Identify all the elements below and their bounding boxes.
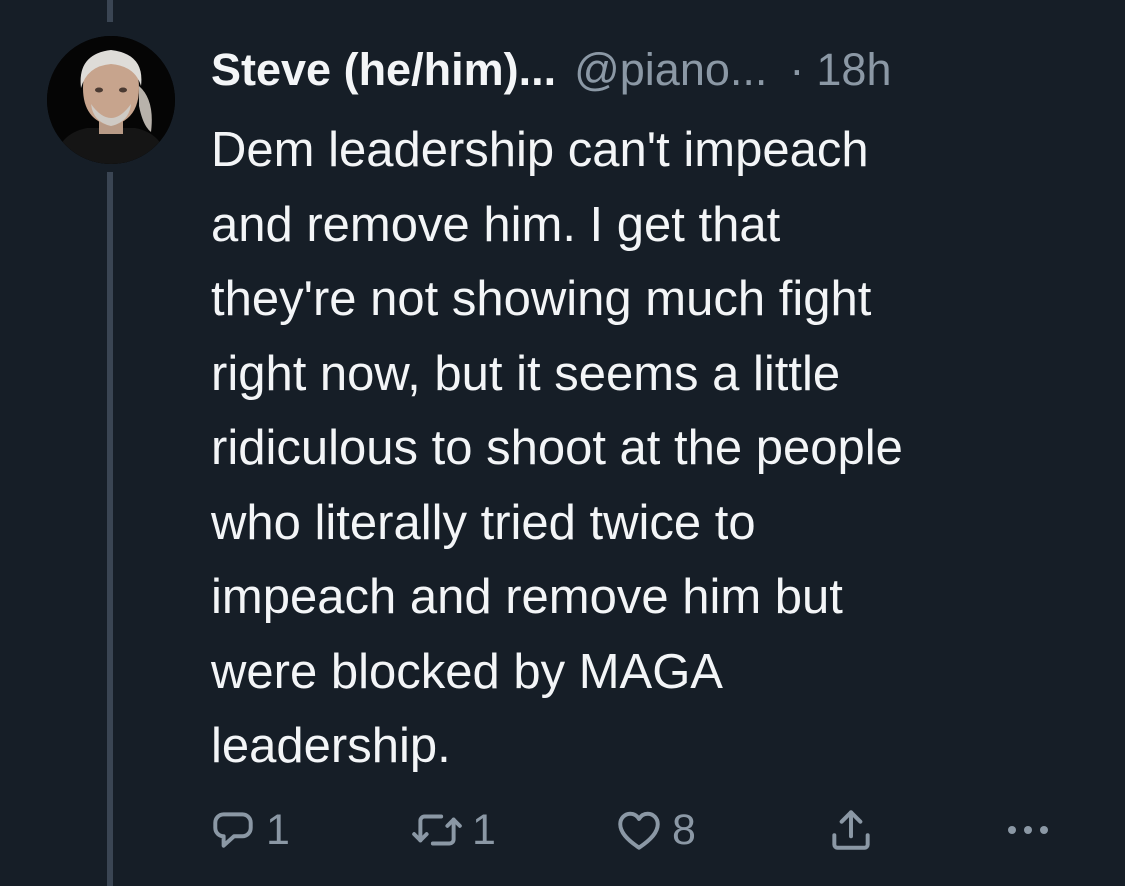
like-count: 8 bbox=[672, 805, 696, 854]
author-handle[interactable]: @piano... bbox=[574, 38, 767, 102]
tweet-text-line: leadership. bbox=[211, 719, 451, 773]
retweet-button[interactable]: 1 bbox=[410, 800, 496, 860]
tweet-text-line: Dem leadership can't impeach bbox=[211, 123, 869, 177]
share-icon bbox=[826, 805, 876, 855]
heart-icon bbox=[614, 805, 664, 855]
like-button[interactable]: 8 bbox=[614, 800, 696, 860]
reply-button[interactable]: 1 bbox=[208, 800, 290, 860]
author-display-name[interactable]: Steve (he/him)... bbox=[211, 38, 556, 102]
thread-line bbox=[107, 172, 113, 886]
share-button[interactable] bbox=[826, 800, 876, 860]
retweet-count: 1 bbox=[472, 805, 496, 854]
reply-count: 1 bbox=[266, 805, 290, 854]
tweet-text-line: ridiculous to shoot at the people bbox=[211, 421, 903, 475]
retweet-icon bbox=[410, 805, 464, 855]
avatar[interactable] bbox=[47, 36, 175, 164]
tweet-header: Steve (he/him)... @piano... · 18h bbox=[211, 38, 891, 102]
header-separator: · bbox=[789, 44, 805, 95]
tweet-text-line: right now, but it seems a little bbox=[211, 346, 841, 401]
post-timestamp[interactable]: 18h bbox=[816, 38, 891, 102]
tweet-text-line: who literally tried twice to bbox=[211, 495, 756, 550]
more-icon bbox=[1004, 822, 1052, 838]
tweet-text-line: and remove him. I get that bbox=[211, 197, 781, 252]
comment-icon bbox=[208, 805, 258, 855]
tweet-text-line: they're not showing much fight bbox=[211, 272, 872, 326]
tweet-actions: 1 1 8 bbox=[0, 800, 1125, 860]
tweet-text: Dem leadership can't impeach and remove … bbox=[211, 113, 1091, 784]
more-options-button[interactable] bbox=[1004, 800, 1052, 860]
tweet-text-line: impeach and remove him but bbox=[211, 570, 843, 624]
thread-line-top bbox=[107, 0, 113, 22]
tweet-text-line: were blocked by MAGA bbox=[211, 644, 723, 699]
